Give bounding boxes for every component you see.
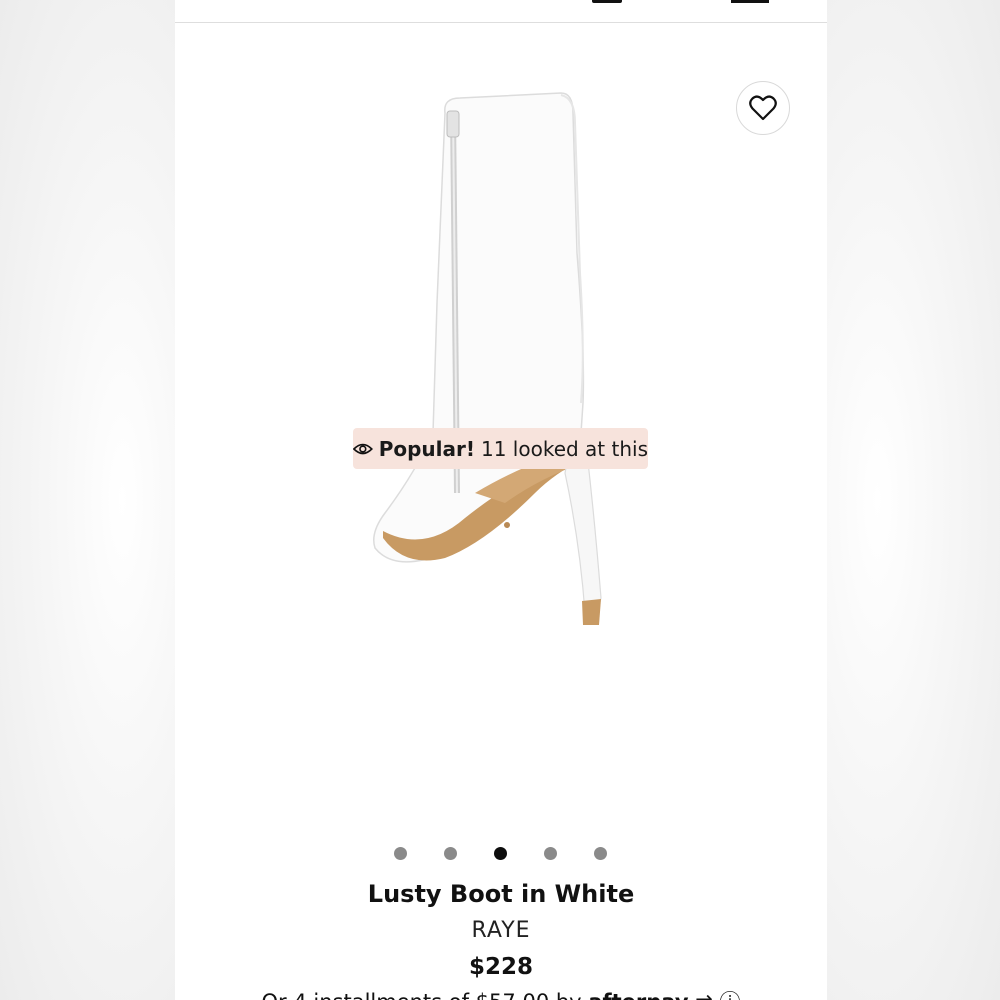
chevron-left-icon[interactable] — [213, 0, 229, 4]
afterpay-logo[interactable]: afterpay — [588, 990, 688, 1000]
popular-label: Popular! — [378, 436, 475, 461]
gallery-pagination — [175, 847, 827, 861]
bag-icon[interactable] — [592, 0, 622, 3]
pagination-dot[interactable] — [394, 847, 407, 860]
heart-icon — [749, 95, 777, 121]
eye-icon — [353, 443, 373, 454]
product-price: $228 — [468, 954, 533, 980]
favorite-button[interactable] — [736, 81, 790, 135]
installments-info: Or 4 installments of $57.00 by afterpay … — [175, 986, 827, 1000]
boot-product-image — [373, 92, 602, 625]
pagination-dot[interactable] — [444, 847, 457, 860]
product-image-gallery[interactable]: Popular! 11 looked at this — [175, 23, 827, 823]
top-nav-bar — [175, 0, 827, 23]
pagination-dot-active[interactable] — [494, 847, 507, 860]
pagination-dot[interactable] — [544, 847, 557, 860]
popular-text: 11 looked at this — [480, 436, 648, 461]
product-page: Popular! 11 looked at this Lusty Boot in… — [175, 0, 827, 1000]
background-blur-right — [825, 0, 1000, 1000]
product-brand[interactable]: RAYE — [175, 918, 827, 943]
pagination-dot[interactable] — [594, 847, 607, 860]
product-title: Lusty Boot in White — [367, 880, 635, 908]
menu-icon[interactable] — [731, 0, 769, 3]
afterpay-arrow-icon: ⇄ ⓘ — [695, 990, 740, 1000]
installments-text: Or 4 installments of $57.00 by — [262, 990, 582, 1000]
background-blur-left — [0, 0, 175, 1000]
popular-badge: Popular! 11 looked at this — [353, 428, 648, 469]
account-icon[interactable] — [655, 0, 671, 3]
